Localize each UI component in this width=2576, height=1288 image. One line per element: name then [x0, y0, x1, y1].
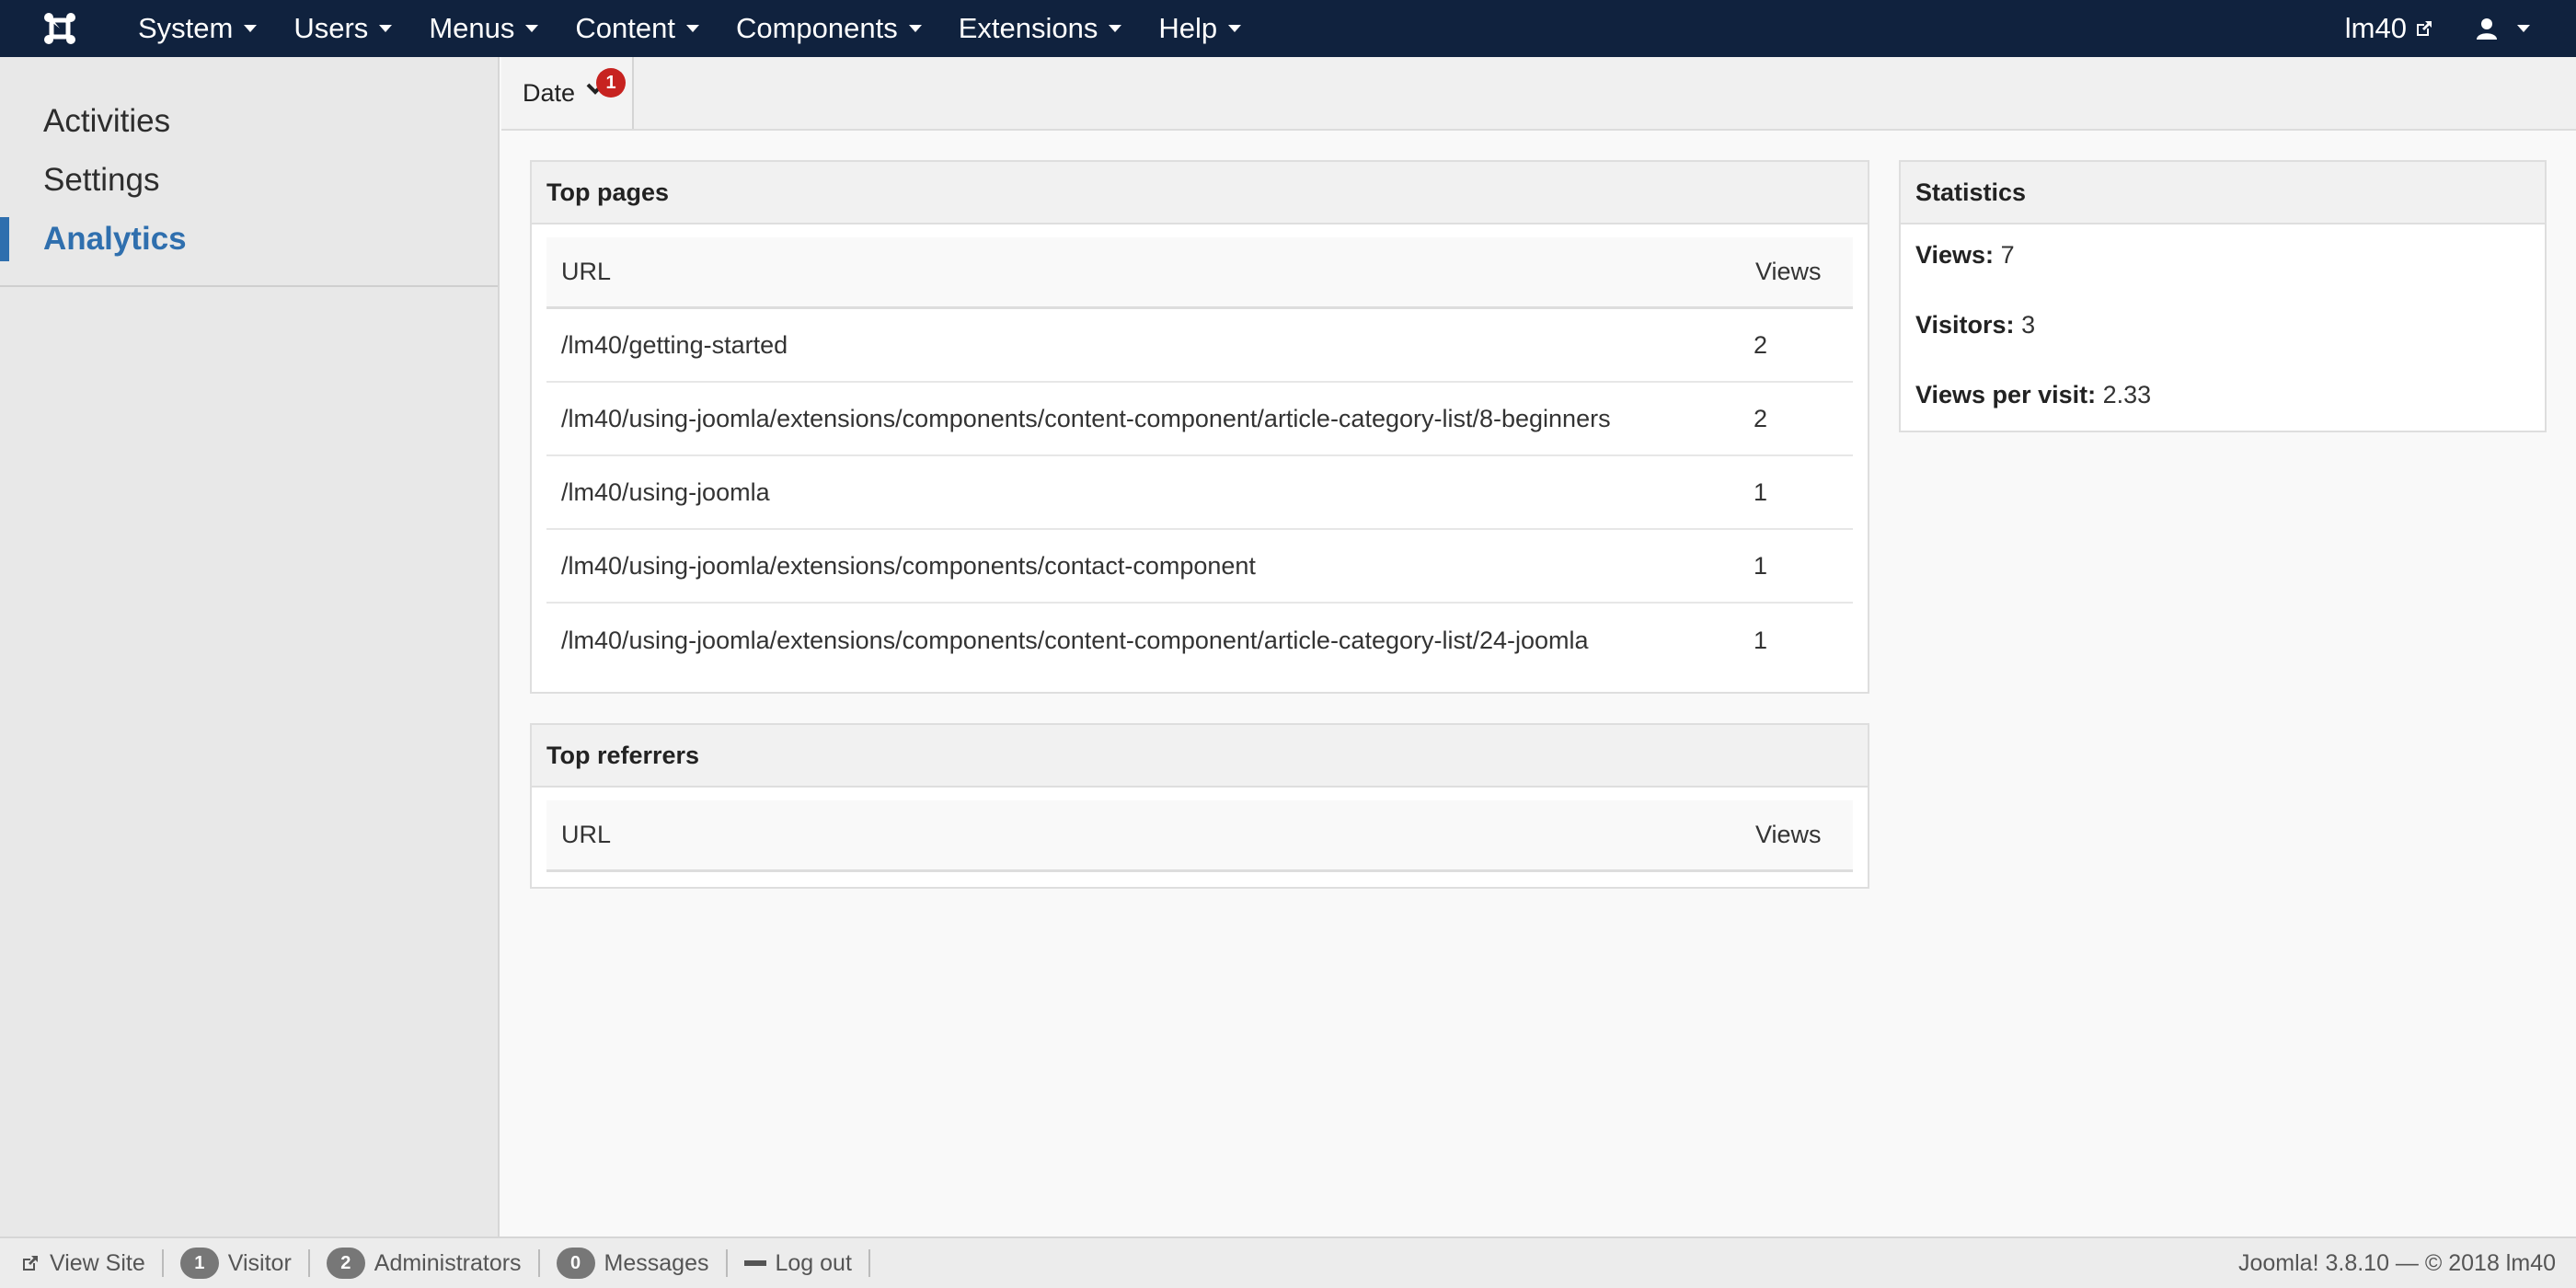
filter-count-badge: 1: [596, 68, 626, 98]
panel-title: Top referrers: [532, 725, 1868, 788]
statistics-body: Views: 7 Visitors: 3 Views per visit: 2.…: [1901, 224, 2545, 467]
messages-link[interactable]: 0 Messages: [540, 1248, 728, 1279]
row-url: /lm40/using-joomla: [561, 477, 770, 506]
user-menu[interactable]: [2456, 0, 2576, 57]
menu-label: Extensions: [958, 12, 1098, 44]
top-pages-table: URL Views /lm40/getting-started 2 /lm40/…: [546, 237, 1853, 677]
caret-down-icon: [685, 25, 699, 32]
menu-components[interactable]: Components: [718, 0, 940, 57]
date-filter-label: Date: [523, 78, 576, 107]
stat-views-per-visit: Views per visit: 2.33: [1915, 381, 2530, 451]
main-menu: System Users Menus Content Components Ex…: [120, 0, 1259, 57]
stat-label: Views per visit:: [1915, 381, 2097, 408]
row-url: /lm40/using-joomla/extensions/components…: [561, 551, 1256, 580]
sidebar-item-activities[interactable]: Activities: [0, 92, 498, 151]
row-url: /lm40/using-joomla/extensions/components…: [561, 626, 1589, 654]
caret-down-icon: [2517, 25, 2530, 32]
table-row: /lm40/using-joomla/extensions/components…: [546, 383, 1853, 456]
menu-label: Components: [735, 12, 898, 44]
row-url: /lm40/getting-started: [561, 330, 788, 359]
caret-down-icon: [379, 25, 393, 32]
site-name: lm40: [2344, 12, 2407, 44]
top-navbar: System Users Menus Content Components Ex…: [0, 0, 2576, 57]
row-views: 1: [1754, 626, 1768, 654]
caret-down-icon: [1228, 25, 1242, 32]
caret-down-icon: [244, 25, 258, 32]
logout-label: Log out: [775, 1249, 852, 1276]
row-views: 1: [1754, 477, 1768, 506]
row-url: /lm40/using-joomla/extensions/components…: [561, 404, 1611, 432]
menu-label: Menus: [429, 12, 515, 44]
navbar-right: lm40: [2323, 0, 2576, 57]
stat-value: 3: [2021, 311, 2036, 339]
stat-value: 2.33: [2102, 381, 2152, 408]
version-info: Joomla! 3.8.10 — © 2018 lm40: [2238, 1249, 2556, 1276]
table-header: URL Views: [546, 237, 1853, 309]
row-views: 1: [1754, 551, 1768, 580]
external-link-icon: [2417, 21, 2432, 36]
status-bar: View Site 1 Visitor 2 Administrators 0 M…: [0, 1236, 2576, 1288]
statistics-panel: Statistics Views: 7 Visitors: 3 Views pe…: [1899, 160, 2547, 432]
stat-label: Visitors:: [1915, 311, 2015, 339]
menu-content[interactable]: Content: [557, 0, 718, 57]
menu-system[interactable]: System: [120, 0, 275, 57]
user-icon: [2477, 18, 2497, 40]
admin-count-badge: 2: [326, 1248, 365, 1279]
caret-down-icon: [525, 25, 539, 32]
panel-title: Statistics: [1901, 162, 2545, 224]
date-filter-button[interactable]: Date 1: [501, 57, 634, 129]
table-header: URL Views: [546, 800, 1853, 872]
visitor-label: Visitor: [227, 1249, 292, 1276]
menu-users[interactable]: Users: [275, 0, 410, 57]
minus-icon: [743, 1260, 766, 1266]
caret-down-icon: [908, 25, 922, 32]
top-referrers-panel: Top referrers URL Views: [530, 723, 1869, 889]
menu-menus[interactable]: Menus: [410, 0, 557, 57]
subhead-toolbar: Date 1: [501, 57, 2576, 131]
table-row: /lm40/getting-started 2: [546, 309, 1853, 383]
external-link-icon: [23, 1256, 38, 1271]
column-header-url: URL: [561, 258, 612, 285]
stat-visitors: Visitors: 3: [1915, 311, 2530, 381]
sidebar: Activities Settings Analytics: [0, 57, 500, 1236]
view-site-link[interactable]: View Site: [0, 1249, 164, 1277]
administrators-link[interactable]: 2 Administrators: [310, 1248, 540, 1279]
stat-value: 7: [2000, 241, 2015, 269]
joomla-logo-icon[interactable]: [0, 0, 120, 57]
stat-label: Views:: [1915, 241, 1995, 269]
sidebar-item-analytics[interactable]: Analytics: [0, 210, 498, 269]
menu-label: Users: [293, 12, 369, 44]
column-header-url: URL: [561, 821, 612, 848]
menu-help[interactable]: Help: [1140, 0, 1259, 57]
table-row: /lm40/using-joomla/extensions/components…: [546, 530, 1853, 604]
table-row: /lm40/using-joomla/extensions/components…: [546, 604, 1853, 677]
menu-extensions[interactable]: Extensions: [940, 0, 1141, 57]
stat-views: Views: 7: [1915, 241, 2530, 311]
visitor-count-badge: 1: [179, 1248, 219, 1279]
caret-down-icon: [1109, 25, 1122, 32]
row-views: 2: [1754, 404, 1768, 432]
sidebar-item-label: Settings: [43, 162, 160, 198]
visitors-link[interactable]: 1 Visitor: [164, 1248, 310, 1279]
sidebar-item-settings[interactable]: Settings: [0, 151, 498, 210]
sidebar-item-label: Activities: [43, 103, 171, 139]
sidebar-nav: Activities Settings Analytics: [0, 57, 498, 287]
column-header-views: Views: [1755, 821, 1822, 848]
admin-label: Administrators: [374, 1249, 522, 1276]
top-referrers-table: URL Views: [546, 800, 1853, 872]
panel-title: Top pages: [532, 162, 1868, 224]
column-header-views: Views: [1755, 258, 1822, 285]
site-link[interactable]: lm40: [2323, 12, 2456, 45]
table-row: /lm40/using-joomla 1: [546, 456, 1853, 530]
row-views: 2: [1754, 330, 1768, 359]
logout-link[interactable]: Log out: [728, 1249, 870, 1277]
messages-count-badge: 0: [556, 1248, 595, 1279]
menu-label: Content: [575, 12, 675, 44]
menu-label: System: [138, 12, 234, 44]
view-site-label: View Site: [50, 1249, 145, 1276]
menu-label: Help: [1158, 12, 1218, 44]
top-pages-panel: Top pages URL Views /lm40/getting-starte…: [530, 160, 1869, 694]
messages-label: Messages: [604, 1249, 709, 1276]
sidebar-item-label: Analytics: [43, 221, 187, 257]
